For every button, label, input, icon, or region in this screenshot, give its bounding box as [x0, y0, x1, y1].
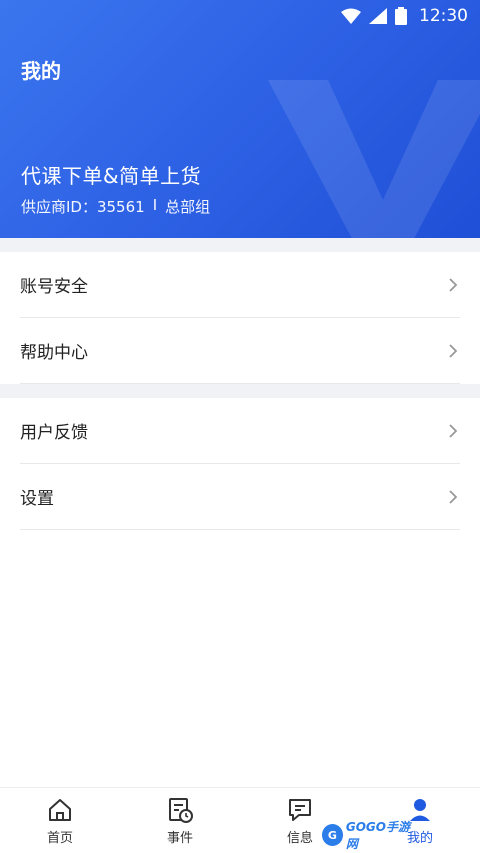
watermark-badge: G GOGO手游网 [322, 820, 418, 851]
watermark-text: GOGO手游网 [345, 820, 410, 851]
menu-item-label: 用户反馈 [20, 423, 88, 443]
chevron-right-icon [449, 489, 458, 504]
signal-icon [369, 8, 387, 24]
message-icon [289, 798, 311, 821]
profile-screen: 12:30 我的 代课下单&简单上货 供应商ID：35561 I 总部组 账号安… [0, 0, 480, 853]
menu-item-label: 帮助中心 [20, 343, 88, 363]
supplier-id: 供应商ID：35561 [21, 198, 145, 216]
menu-item-label: 设置 [20, 489, 54, 509]
tab-home[interactable]: 首页 [0, 788, 120, 853]
tab-label: 信息 [286, 830, 313, 846]
chevron-right-icon [449, 423, 458, 438]
section-divider [0, 384, 480, 398]
menu-item-label: 账号安全 [20, 277, 88, 297]
menu-item-feedback[interactable]: 用户反馈 [20, 398, 460, 464]
status-time: 12:30 [419, 6, 468, 26]
menu-item-settings[interactable]: 设置 [20, 464, 460, 530]
battery-icon [395, 7, 407, 25]
profile-header: 12:30 我的 代课下单&简单上货 供应商ID：35561 I 总部组 [0, 0, 480, 238]
store-name: 代课下单&简单上货 [21, 164, 202, 188]
supplier-separator: I [152, 196, 158, 214]
menu-item-account-security[interactable]: 账号安全 [20, 252, 460, 318]
wifi-icon [341, 8, 361, 24]
chevron-right-icon [449, 277, 458, 292]
section-divider [0, 238, 480, 252]
tab-label: 首页 [46, 830, 73, 846]
brand-watermark-logo [268, 80, 480, 238]
status-bar: 12:30 [0, 0, 480, 32]
chevron-right-icon [449, 343, 458, 358]
home-icon [49, 798, 71, 821]
tab-events[interactable]: 事件 [120, 788, 240, 853]
supplier-org: 总部组 [165, 198, 211, 216]
page-title: 我的 [21, 59, 61, 83]
menu-item-help-center[interactable]: 帮助中心 [20, 318, 460, 384]
tab-label: 事件 [166, 830, 193, 846]
supplier-info: 供应商ID：35561 I 总部组 [21, 196, 210, 217]
watermark-logo-icon: G [322, 824, 343, 846]
event-clock-icon [169, 797, 193, 823]
